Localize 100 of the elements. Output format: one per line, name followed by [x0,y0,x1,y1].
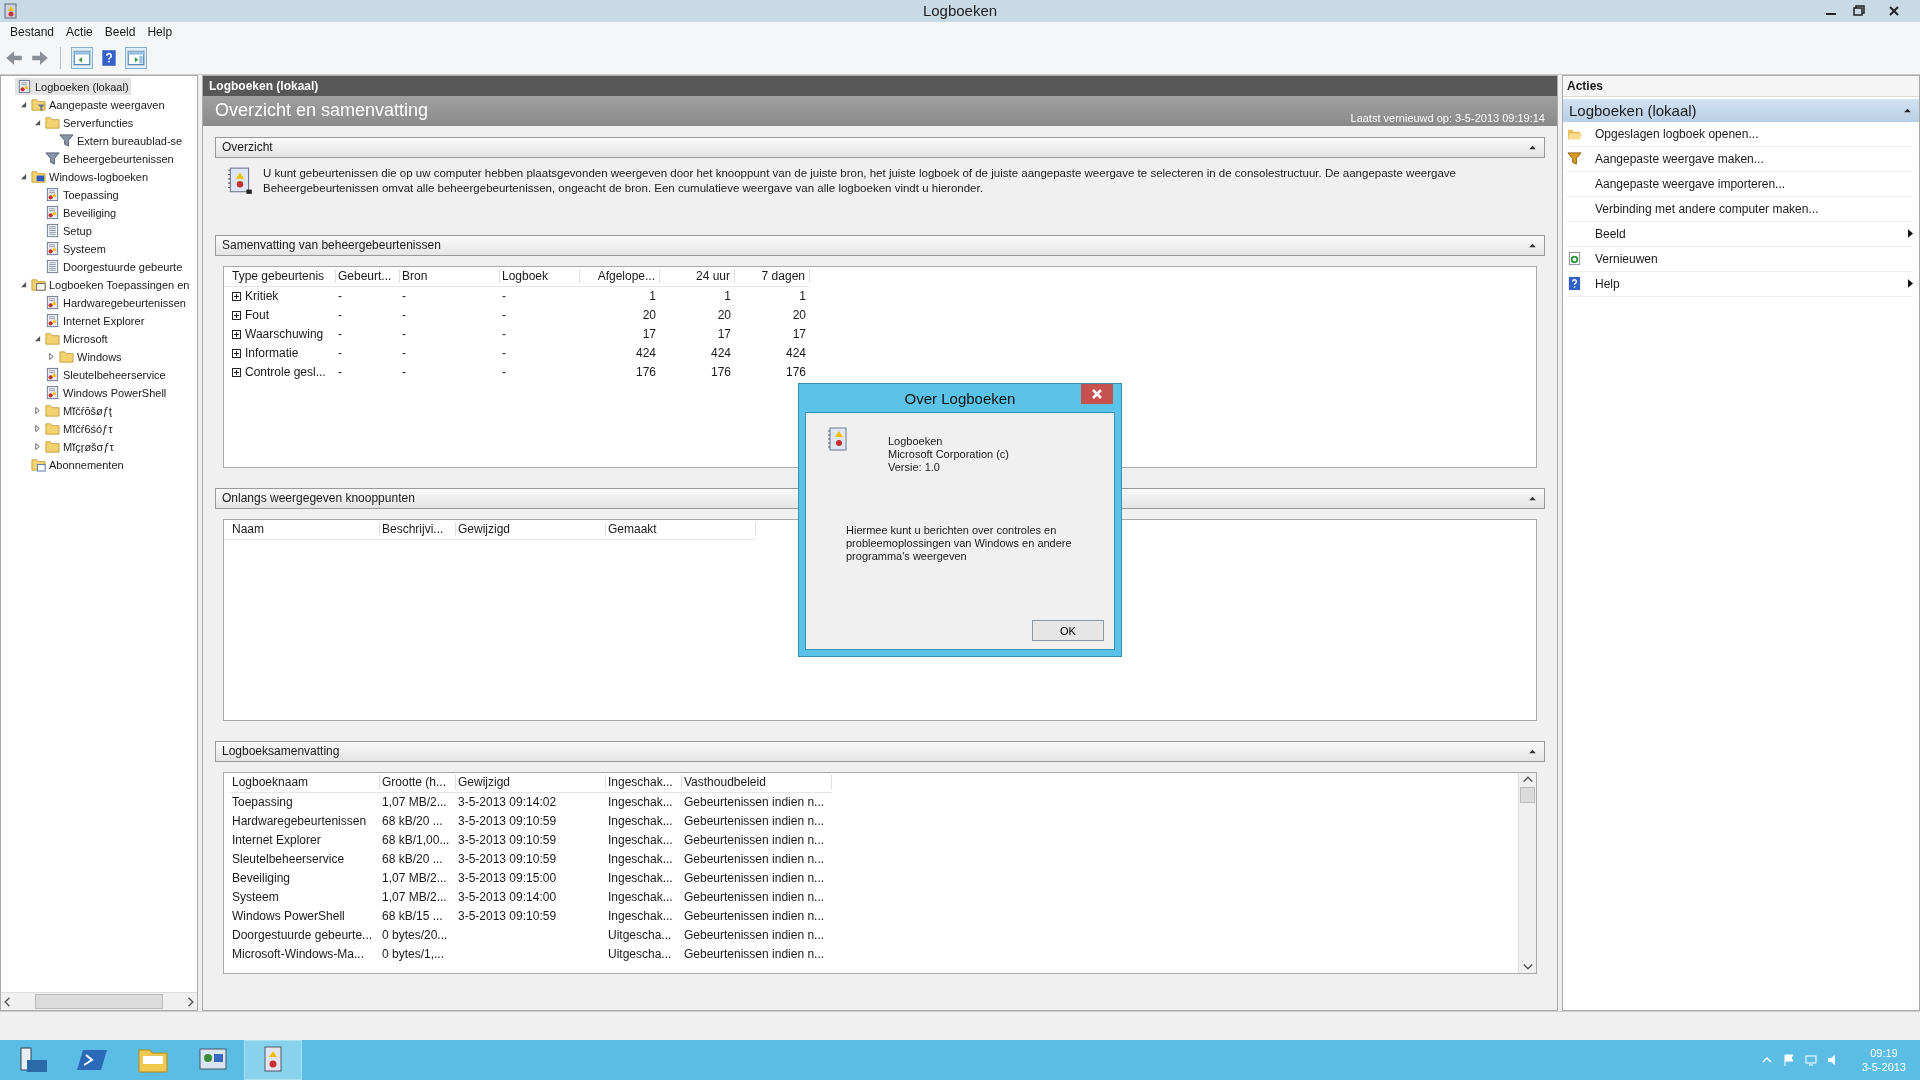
close-button[interactable] [1081,384,1113,404]
column-header[interactable]: Gewijzigd [456,522,606,537]
tree-item[interactable]: Serverfuncties [43,114,136,132]
collapsed-icon[interactable] [47,353,55,361]
expand-icon[interactable] [232,348,241,358]
tree-item[interactable]: Beveiliging [43,204,119,222]
collapse-icon[interactable] [1529,495,1536,501]
column-header[interactable]: Beschrijvi... [380,522,456,537]
taskbar-button[interactable] [244,1040,302,1080]
version-text: Versie: 1.0 [888,461,941,474]
expanded-icon[interactable] [19,173,27,181]
collapsed-icon[interactable] [33,425,41,433]
table-cell: Ingeschak... [608,833,673,848]
horizontal-scrollbar[interactable] [1,992,197,1011]
tree-item[interactable]: Abonnementen [29,456,126,474]
table-cell: 68 kB/20 ... [382,852,443,867]
action-item[interactable]: Vernieuwen [1567,246,1913,272]
action-pane-icon[interactable] [125,46,147,69]
action-item[interactable]: Aangepaste weergave importeren... [1567,171,1913,197]
menu-item[interactable]: Beeld [98,24,142,39]
tree-item[interactable]: Aangepaste weergaven [29,96,167,114]
table-cell: 0 bytes/20... [382,928,448,943]
folder-icon [45,115,60,131]
column-header[interactable]: Bron [400,269,500,284]
collapse-icon[interactable] [1529,748,1536,754]
column-header[interactable]: Afgelope... [580,269,660,284]
expanded-icon[interactable] [19,281,27,289]
tree-item[interactable]: Sleutelbeheerservice [43,366,168,384]
table-cell: - [402,327,406,342]
expanded-icon[interactable] [19,101,27,109]
column-header[interactable]: Gemaakt [606,522,756,537]
menu-item[interactable]: Help [141,24,179,39]
expanded-icon[interactable] [33,335,41,343]
collapse-icon[interactable] [1529,144,1536,150]
column-header[interactable]: Gewijzigd [456,775,606,790]
table-cell: Toepassing [232,795,293,810]
folder-icon [45,439,60,455]
tree-item[interactable]: Windows-logboeken [29,168,151,186]
menu-item[interactable]: Bestand [4,24,61,39]
column-header[interactable]: Logboek [500,269,580,284]
table-cell: Ingeschak... [608,909,673,924]
table-cell: 1,07 MB/2... [382,871,447,886]
tree-item[interactable]: Toepassing [43,186,121,204]
table-cell: 17 [792,327,806,342]
column-header[interactable]: 24 uur [660,269,735,284]
collapse-icon[interactable] [1904,107,1911,113]
section-header[interactable]: Samenvatting van beheergebeurtenissen [215,234,1545,256]
column-header[interactable]: Vasthoudbeleid [682,775,832,790]
action-item[interactable]: Aangepaste weergave maken... [1567,146,1913,172]
expand-icon[interactable] [232,367,241,377]
tree-item[interactable]: Hardwaregebeurtenissen [43,294,188,312]
table-cell: 176 [785,365,806,380]
action-item[interactable]: Help [1567,271,1913,297]
ok-button[interactable]: OK [1032,620,1104,641]
column-header[interactable]: Ingeschak... [606,775,682,790]
console-tree-icon[interactable] [71,46,93,69]
section-header[interactable]: Logboeksamenvatting [215,740,1545,762]
table-cell: 1,07 MB/2... [382,795,447,810]
collapsed-icon[interactable] [33,407,41,415]
tree-item[interactable]: Mĭçŗøšσƒτ [43,438,116,456]
section-header[interactable]: Overzicht [215,136,1545,158]
app-icon [3,3,19,19]
tree-item[interactable]: Doorgestuurde gebeurte [43,258,185,276]
tree-item[interactable]: Systeem [43,240,108,258]
expanded-icon[interactable] [33,119,41,127]
column-header[interactable]: Naam [230,522,380,537]
action-item[interactable]: Verbinding met andere computer maken... [1567,196,1913,222]
tree-item[interactable]: Beheergebeurtenissen [43,150,176,168]
help-icon[interactable] [99,47,119,68]
tree-item[interactable]: Mĭčŕōšøƒţ [43,402,114,420]
expand-icon[interactable] [232,291,241,301]
column-header[interactable]: Logboeknaam [230,775,380,790]
expand-icon[interactable] [232,329,241,339]
action-item[interactable]: Opgeslagen logboek openen... [1567,121,1913,147]
tree-item[interactable]: Logboeken Toepassingen en [29,276,192,294]
scroll-thumb[interactable] [1520,786,1535,803]
column-header[interactable]: Gebeurt... [336,269,400,284]
tree-item[interactable]: Windows [57,348,124,366]
column-header[interactable]: Grootte (h... [380,775,456,790]
table-cell: Doorgestuurde gebeurte... [232,928,373,943]
menu-item[interactable]: Actie [60,24,99,39]
table-cell: 0 bytes/1,... [382,947,445,962]
expand-icon[interactable] [232,310,241,320]
scroll-thumb[interactable] [35,994,163,1010]
tree-item[interactable]: Windows PowerShell [43,384,169,402]
tree-item[interactable]: Mĭčŕ6śóƒτ [43,420,115,438]
action-item[interactable]: Beeld [1567,221,1913,247]
table-cell: Gebeurtenissen indien n... [684,947,825,962]
action-group-header[interactable]: Logboeken (lokaal) [1563,98,1919,122]
column-header[interactable]: 7 dagen [735,269,810,284]
vertical-scrollbar[interactable] [1518,772,1536,973]
collapsed-icon[interactable] [33,443,41,451]
tree-item[interactable]: Logboeken (lokaal) [15,78,131,96]
tree-item[interactable]: Setup [43,222,94,240]
table-cell: Gebeurtenissen indien n... [684,928,825,943]
tree-item[interactable]: Internet Explorer [43,312,147,330]
column-header[interactable]: Type gebeurtenis [230,269,336,284]
collapse-icon[interactable] [1529,242,1536,248]
tree-item[interactable]: Extern bureaublad-se [57,132,185,150]
tree-item[interactable]: Microsoft [43,330,110,348]
